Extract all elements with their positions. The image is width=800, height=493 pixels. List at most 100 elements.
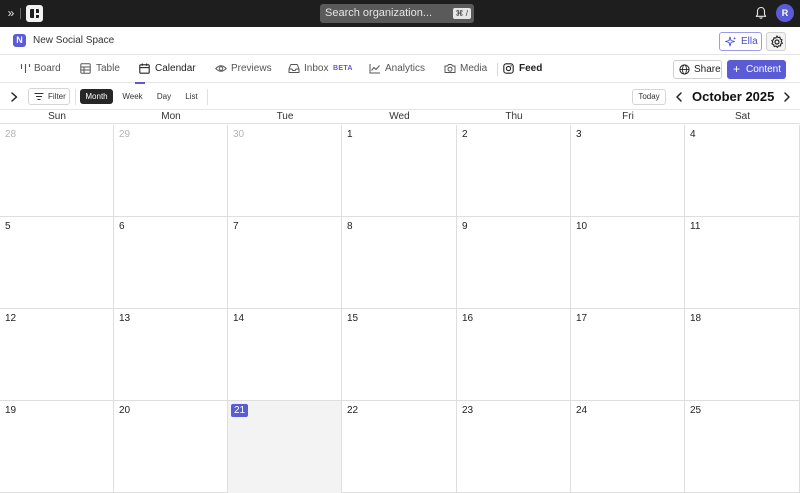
space-header: N New Social Space bbox=[0, 27, 800, 55]
day-cell[interactable]: 29 bbox=[114, 125, 228, 217]
day-number: 1 bbox=[347, 129, 353, 140]
weekday-label-fri: Fri bbox=[622, 111, 634, 122]
day-cell[interactable]: 24 bbox=[571, 401, 685, 493]
day-number: 24 bbox=[576, 405, 588, 416]
day-number: 15 bbox=[347, 313, 359, 324]
day-number: 21 bbox=[231, 404, 249, 417]
chevron-right-icon[interactable] bbox=[8, 90, 20, 104]
topbar-divider bbox=[20, 8, 21, 19]
day-number: 2 bbox=[462, 129, 468, 140]
inbox-icon bbox=[288, 64, 300, 73]
expand-sidebar-icon[interactable]: » bbox=[4, 6, 18, 20]
day-number: 10 bbox=[576, 221, 588, 232]
day-number: 3 bbox=[576, 129, 582, 140]
week-row: 12 13 14 15 16 17 18 bbox=[0, 309, 800, 401]
view-month-button[interactable]: Month bbox=[80, 89, 113, 104]
view-list-button[interactable]: List bbox=[180, 89, 203, 104]
logo-mark-icon bbox=[30, 9, 39, 18]
search-placeholder: Search organization... bbox=[325, 7, 433, 19]
day-cell[interactable]: 25 bbox=[685, 401, 800, 493]
day-cell[interactable]: 16 bbox=[457, 309, 571, 401]
day-cell[interactable]: 28 bbox=[0, 125, 114, 217]
sparkle-icon bbox=[725, 36, 737, 47]
day-cell[interactable]: 4 bbox=[685, 125, 800, 217]
day-number: 22 bbox=[347, 405, 359, 416]
share-button[interactable]: Share bbox=[673, 60, 722, 79]
week-row: 19 20 21 22 23 24 25 bbox=[0, 401, 800, 493]
day-number: 13 bbox=[119, 313, 131, 324]
settings-button[interactable] bbox=[766, 32, 786, 51]
tab-calendar-label: Calendar bbox=[155, 63, 196, 74]
day-number: 12 bbox=[5, 313, 17, 324]
day-number: 25 bbox=[690, 405, 702, 416]
gear-icon bbox=[771, 35, 783, 48]
day-cell[interactable]: 10 bbox=[571, 217, 685, 309]
day-number: 29 bbox=[119, 129, 131, 140]
day-cell[interactable]: 5 bbox=[0, 217, 114, 309]
app-logo[interactable] bbox=[26, 5, 43, 22]
day-number: 18 bbox=[690, 313, 702, 324]
day-cell[interactable]: 11 bbox=[685, 217, 800, 309]
prev-month-icon[interactable] bbox=[674, 90, 684, 104]
day-cell[interactable]: 2 bbox=[457, 125, 571, 217]
space-name[interactable]: New Social Space bbox=[33, 35, 114, 46]
day-number: 19 bbox=[5, 405, 17, 416]
week-row: 5 6 7 8 9 10 11 bbox=[0, 217, 800, 309]
today-button[interactable]: Today bbox=[632, 89, 666, 105]
search-input[interactable]: Search organization... ⌘ / bbox=[320, 4, 474, 23]
day-cell[interactable]: 22 bbox=[342, 401, 457, 493]
view-day-button[interactable]: Day bbox=[152, 89, 176, 104]
eye-icon bbox=[215, 65, 227, 72]
tab-divider bbox=[497, 63, 498, 76]
filter-icon bbox=[34, 93, 44, 100]
analytics-icon bbox=[369, 64, 380, 74]
day-cell[interactable]: 6 bbox=[114, 217, 228, 309]
top-bar: » Search organization... ⌘ / R bbox=[0, 0, 800, 27]
weekday-label-tue: Tue bbox=[276, 111, 294, 122]
day-cell[interactable]: 21 bbox=[228, 401, 342, 493]
space-icon[interactable]: N bbox=[13, 34, 26, 47]
tab-previews-label: Previews bbox=[231, 63, 272, 74]
ella-label: Ella bbox=[741, 36, 758, 47]
globe-icon bbox=[679, 64, 690, 75]
day-cell[interactable]: 13 bbox=[114, 309, 228, 401]
day-cell[interactable]: 12 bbox=[0, 309, 114, 401]
next-month-icon[interactable] bbox=[782, 90, 792, 104]
day-cell[interactable]: 14 bbox=[228, 309, 342, 401]
filter-label: Filter bbox=[48, 92, 66, 101]
day-number: 11 bbox=[690, 221, 701, 232]
tab-feed-label: Feed bbox=[519, 63, 543, 74]
day-cell[interactable]: 30 bbox=[228, 125, 342, 217]
add-content-button[interactable]: + Content bbox=[727, 60, 786, 79]
calendar-toolbar: Filter Month Week Day List Today October… bbox=[0, 84, 800, 110]
weekday-label-sun: Sun bbox=[48, 111, 66, 122]
user-avatar[interactable]: R bbox=[776, 4, 794, 22]
day-cell[interactable]: 18 bbox=[685, 309, 800, 401]
day-number: 14 bbox=[233, 313, 245, 324]
bell-icon[interactable] bbox=[754, 6, 768, 20]
day-cell[interactable]: 17 bbox=[571, 309, 685, 401]
filter-button[interactable]: Filter bbox=[28, 88, 70, 105]
day-cell[interactable]: 20 bbox=[114, 401, 228, 493]
day-cell[interactable]: 23 bbox=[457, 401, 571, 493]
view-week-button[interactable]: Week bbox=[117, 89, 148, 104]
tab-board-label: Board bbox=[34, 63, 61, 74]
day-cell[interactable]: 19 bbox=[0, 401, 114, 493]
weekday-label-thu: Thu bbox=[505, 111, 523, 122]
day-cell[interactable]: 7 bbox=[228, 217, 342, 309]
beta-badge: BETA bbox=[333, 65, 353, 72]
day-cell[interactable]: 3 bbox=[571, 125, 685, 217]
day-cell[interactable]: 9 bbox=[457, 217, 571, 309]
day-number: 7 bbox=[233, 221, 239, 232]
table-icon bbox=[80, 63, 91, 74]
day-cell[interactable]: 15 bbox=[342, 309, 457, 401]
ella-button[interactable]: Ella bbox=[719, 32, 762, 51]
toolbar-divider bbox=[75, 89, 76, 105]
month-title: October 2025 bbox=[692, 89, 775, 104]
day-number: 16 bbox=[462, 313, 474, 324]
day-cell[interactable]: 1 bbox=[342, 125, 457, 217]
day-cell[interactable]: 8 bbox=[342, 217, 457, 309]
search-shortcut-badge: ⌘ / bbox=[452, 8, 471, 19]
day-number: 30 bbox=[233, 129, 245, 140]
plus-icon: + bbox=[733, 62, 741, 76]
